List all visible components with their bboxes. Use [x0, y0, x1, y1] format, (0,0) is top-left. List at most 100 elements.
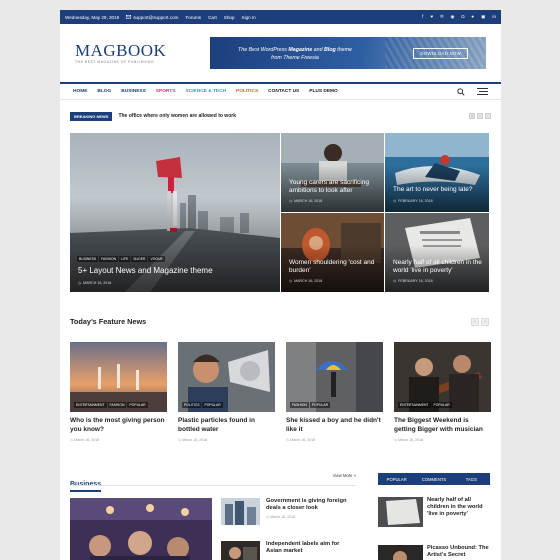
list-title[interactable]: Government is giving foreign deals a clo… [266, 498, 351, 513]
hero-main-title[interactable]: 5+ Layout News and Magazine theme [78, 267, 274, 275]
sidebar-item[interactable]: Nearly half of all children in the world… [378, 497, 490, 527]
business-section-title: Business [70, 481, 102, 492]
shop-link[interactable]: Shop [224, 15, 235, 20]
featured-card[interactable]: POLITICS POPULAR Plastic particles found … [178, 342, 275, 442]
hero-tile[interactable]: Nearly half of all children in the world… [385, 213, 489, 292]
instagram-icon[interactable]: ▣ [481, 14, 485, 20]
sidebar-item-title[interactable]: Nearly half of all children in the world… [427, 497, 490, 527]
instagram-icon[interactable]: ◘ [462, 14, 465, 20]
hero-tile-title[interactable]: Young carers are sacrificing ambitions t… [289, 179, 378, 195]
ad-banner[interactable]: The Best WordPress Magazine and Blog the… [210, 37, 486, 69]
menu-icon[interactable] [477, 88, 488, 95]
forums-link[interactable]: Forums [186, 15, 202, 20]
hero-tile[interactable]: The art to never being late? ◷ FEBRUARY 1… [385, 133, 489, 212]
list-item[interactable]: Government is giving foreign deals a clo… [221, 498, 351, 525]
sidebar-item[interactable]: Picasso Unbound: The Artist's Secret [378, 545, 490, 560]
hero-main-categories: BUSINESS FASHION LIFE SLIDER VOGUE [77, 256, 165, 262]
clock-icon: ◷ [393, 279, 397, 283]
site-logo[interactable]: MAGBOOK THE BEST MAGAZINE OF PUBLISHING [75, 42, 166, 64]
tab-comments[interactable]: COMMENTS [415, 477, 452, 482]
breaking-news-label: BREAKING NEWS [70, 111, 113, 121]
chevron-right-icon[interactable]: › [481, 317, 489, 326]
current-date: Wednesday, May 29, 2019 [65, 14, 120, 20]
sign-in-link[interactable]: Sign In [242, 15, 256, 20]
featured-image: ENTERTAINMENT FASHION POPULAR [70, 342, 167, 412]
top-bar: Wednesday, May 29, 2019 support@support.… [60, 10, 501, 24]
featured-date: ◷ March 16, 2018 [286, 438, 316, 442]
tab-tags[interactable]: TAGS [453, 477, 490, 482]
featured-image: FASHION POPULAR [286, 342, 383, 412]
featured-image: POLITICS POPULAR [178, 342, 275, 412]
search-icon[interactable] [457, 87, 465, 96]
nav-item-contact-us[interactable]: CONTACT US [268, 89, 299, 94]
clock-icon: ◷ [289, 279, 293, 283]
sidebar-tabs: POPULAR COMMENTS TAGS [378, 473, 490, 485]
nav-item-business[interactable]: BUSINESS [121, 89, 146, 94]
nav-item-blog[interactable]: BLOG [97, 89, 111, 94]
pinterest-icon[interactable]: ℗ [440, 14, 443, 20]
view-more-link[interactable]: View More » [333, 473, 356, 478]
featured-card[interactable]: ENTERTAINMENT POPULAR The Biggest Weekend… [394, 342, 491, 442]
logo-title: MAGBOOK [75, 41, 167, 60]
sidebar-thumb [378, 545, 423, 560]
list-item[interactable]: Independent labels aim for Asian market [221, 541, 351, 560]
featured-title[interactable]: She kissed a boy and he didn't like it [286, 417, 383, 434]
list-thumb [221, 498, 260, 525]
business-main-image[interactable] [70, 498, 212, 560]
featured-date: ◷ March 16, 2018 [70, 438, 100, 442]
list-title[interactable]: Independent labels aim for Asian market [266, 541, 351, 556]
featured-section-header: Today's Feature News ‹ › [70, 317, 489, 326]
tab-popular[interactable]: POPULAR [378, 477, 415, 482]
social-icons: f ♥ ℗ ◉ ◘ ● ▣ in [422, 14, 496, 20]
hero-tile-title[interactable]: Nearly half of all children in the world… [393, 259, 483, 275]
breaking-news-text[interactable]: The office where only women are allowed … [118, 113, 463, 119]
nav-item-science-tech[interactable]: SCIENCE & TECH [186, 89, 227, 94]
pause-icon[interactable]: ॥ [469, 113, 475, 119]
nav-item-plus-demo[interactable]: PLUS DEMO [309, 89, 338, 94]
featured-date: ◷ March 16, 2018 [394, 438, 424, 442]
featured-card[interactable]: FASHION POPULAR She kissed a boy and he d… [286, 342, 383, 442]
mail-icon [126, 15, 132, 19]
download-now-button[interactable]: DOWNLOAD NOW [413, 48, 468, 59]
chevron-left-icon[interactable]: ‹ [477, 113, 483, 119]
logo-subtitle: THE BEST MAGAZINE OF PUBLISHING [75, 60, 155, 64]
featured-card[interactable]: ENTERTAINMENT FASHION POPULAR Who is the m… [70, 342, 167, 442]
facebook-icon[interactable]: f [422, 14, 423, 20]
flickr-icon[interactable]: ● [471, 14, 474, 20]
hero-tile-date: ◷ FEBRUARY 16, 2018 [393, 279, 433, 283]
chevron-left-icon[interactable]: ‹ [471, 317, 479, 326]
twitter-icon[interactable]: ♥ [430, 14, 433, 20]
featured-image: ENTERTAINMENT POPULAR [394, 342, 491, 412]
clock-icon: ◷ [393, 199, 397, 203]
featured-title[interactable]: Plastic particles found in bottled water [178, 417, 275, 434]
hero-main-date: ◷ MARCH 16, 2018 [78, 281, 112, 285]
dribbble-icon[interactable]: ◉ [451, 14, 455, 20]
featured-title[interactable]: The Biggest Weekend is getting Bigger wi… [394, 417, 491, 434]
ad-text: The Best WordPress Magazine and Blog the… [238, 47, 352, 61]
list-thumb [221, 541, 260, 560]
sidebar-thumb [378, 497, 423, 527]
page: Wednesday, May 29, 2019 support@support.… [60, 10, 501, 560]
linkedin-icon[interactable]: in [492, 14, 496, 20]
nav-item-politics[interactable]: POLITICS [236, 89, 258, 94]
hero-tile[interactable]: Women shouldering 'cost and burden' ◷ MAR… [281, 213, 384, 292]
hero-tile-title[interactable]: Women shouldering 'cost and burden' [289, 259, 378, 275]
featured-section-title: Today's Feature News [70, 317, 147, 326]
hero-tile-date: ◷ MARCH 16, 2018 [289, 279, 323, 283]
nav-item-sports[interactable]: SPORTS [156, 89, 176, 94]
hero-tile-date: ◷ MARCH 16, 2018 [289, 199, 323, 203]
featured-date: ◷ March 16, 2018 [178, 438, 208, 442]
hero-tile-title[interactable]: The art to never being late? [393, 186, 483, 194]
hero-tile-date: ◷ FEBRUARY 16, 2018 [393, 199, 433, 203]
sidebar-item-title[interactable]: Picasso Unbound: The Artist's Secret [427, 545, 490, 560]
nav-item-home[interactable]: HOME [73, 89, 87, 94]
hero-grid: BUSINESS FASHION LIFE SLIDER VOGUE 5+ La… [70, 133, 489, 292]
chevron-right-icon[interactable]: › [485, 113, 491, 119]
hero-main-tile[interactable]: BUSINESS FASHION LIFE SLIDER VOGUE 5+ La… [70, 133, 280, 292]
cart-link[interactable]: Cart [208, 15, 217, 20]
support-email[interactable]: support@support.com [126, 15, 179, 20]
hero-tile[interactable]: Young carers are sacrificing ambitions t… [281, 133, 384, 212]
list-date: ◷ March 16, 2018 [266, 514, 296, 519]
featured-title[interactable]: Who is the most giving person you know? [70, 417, 167, 434]
main-nav: HOME BLOG BUSINESS SPORTS SCIENCE & TECH… [60, 82, 501, 100]
